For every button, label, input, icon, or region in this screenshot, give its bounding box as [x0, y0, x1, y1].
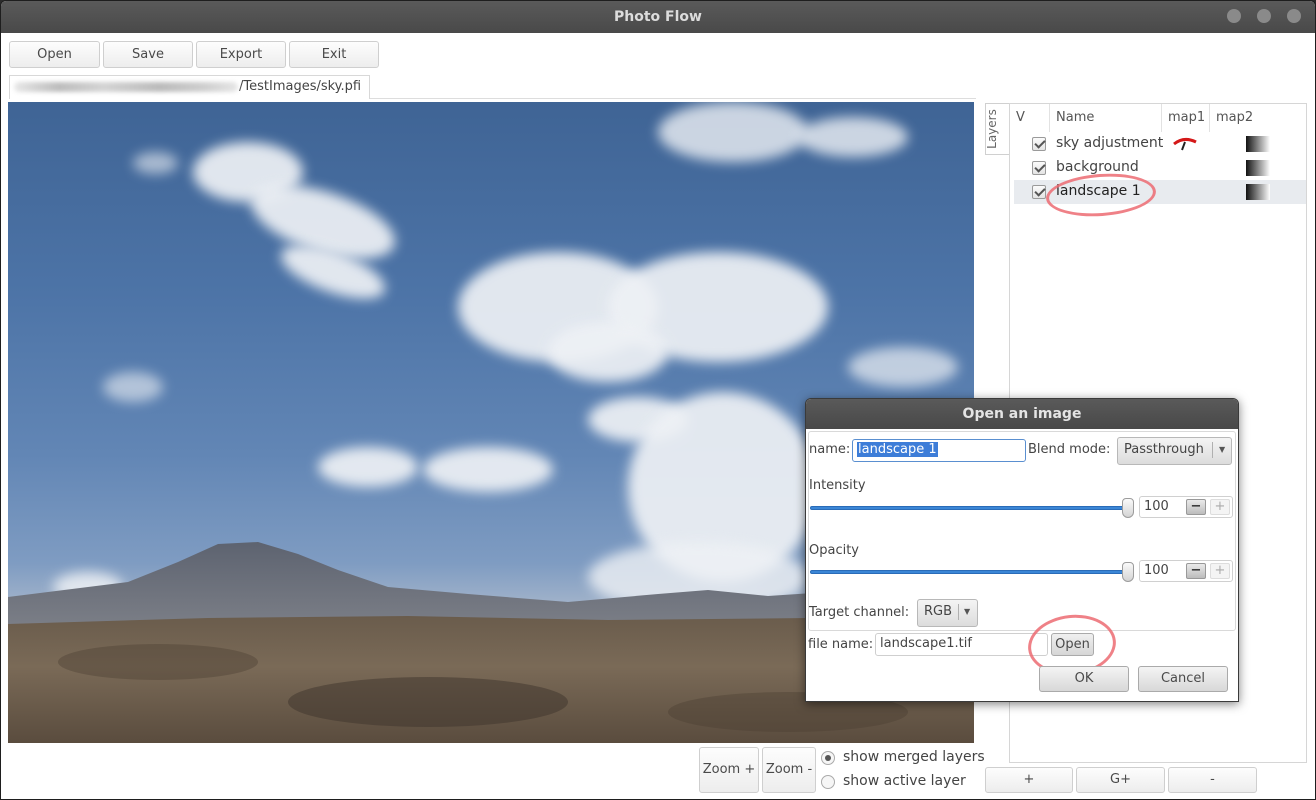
column-map1[interactable]: map1 [1162, 104, 1210, 132]
visibility-checkbox[interactable] [1032, 161, 1046, 175]
cloud [548, 322, 668, 382]
intensity-label: Intensity [809, 478, 866, 493]
cloud [798, 117, 908, 157]
ok-button[interactable]: OK [1039, 666, 1129, 692]
open-button[interactable]: Open [9, 41, 100, 68]
layer-row[interactable]: sky adjustment [1014, 132, 1306, 156]
show-active-radio[interactable] [821, 775, 835, 789]
decrement-button[interactable]: − [1186, 499, 1206, 515]
gradient-icon [1246, 136, 1270, 152]
show-merged-radio[interactable] [821, 751, 835, 765]
column-map2[interactable]: map2 [1210, 104, 1270, 132]
layer-row[interactable]: background [1014, 156, 1306, 180]
close-button[interactable] [1287, 9, 1301, 23]
curve-gauge-icon [1173, 137, 1197, 151]
minimize-button[interactable] [1227, 9, 1241, 23]
file-name-field[interactable]: landscape1.tif [875, 633, 1048, 656]
opacity-slider[interactable] [810, 570, 1128, 574]
layer-name: sky adjustment [1056, 135, 1164, 151]
document-path: /TestImages/sky.pfi [239, 79, 362, 94]
decrement-button[interactable]: − [1186, 563, 1206, 579]
dialog-title: Open an image [806, 399, 1238, 429]
save-button[interactable]: Save [103, 41, 193, 68]
visibility-checkbox[interactable] [1032, 137, 1046, 151]
file-name-label: file name: [808, 637, 874, 652]
add-group-button[interactable]: G+ [1076, 767, 1165, 793]
gradient-icon [1246, 184, 1270, 200]
exit-button[interactable]: Exit [289, 41, 379, 68]
main-window: Photo Flow Open Save Export Exit /TestIm… [0, 0, 1316, 800]
target-channel-select[interactable]: RGB ▼ [917, 599, 978, 627]
layer-name: background [1056, 159, 1139, 175]
document-tab[interactable]: /TestImages/sky.pfi [9, 75, 370, 99]
redacted-path [14, 81, 238, 92]
visibility-checkbox[interactable] [1032, 185, 1046, 199]
column-visible[interactable]: V [1010, 104, 1050, 132]
column-name[interactable]: Name [1050, 104, 1162, 132]
increment-button[interactable]: + [1210, 499, 1230, 515]
cloud [318, 447, 418, 487]
chevron-down-icon: ▼ [964, 607, 971, 616]
tab-divider [370, 98, 976, 99]
intensity-spinner[interactable]: 100 − + [1139, 496, 1233, 518]
target-channel-label: Target channel: [809, 605, 910, 620]
cloud [423, 447, 553, 492]
maximize-button[interactable] [1257, 9, 1271, 23]
chevron-down-icon: ▼ [1219, 445, 1226, 454]
window-title: Photo Flow [614, 9, 702, 25]
export-button[interactable]: Export [196, 41, 286, 68]
intensity-slider[interactable] [810, 506, 1128, 510]
opacity-spinner[interactable]: 100 − + [1139, 560, 1233, 582]
opacity-slider-handle[interactable] [1122, 562, 1134, 582]
cloud [658, 102, 808, 162]
intensity-slider-handle[interactable] [1122, 498, 1134, 518]
show-merged-label: show merged layers [843, 749, 985, 765]
cloud [103, 372, 163, 402]
cancel-button[interactable]: Cancel [1138, 666, 1228, 692]
add-layer-button[interactable]: + [985, 767, 1073, 793]
layers-tab[interactable]: Layers [985, 103, 1009, 155]
blend-mode-label: Blend mode: [1028, 442, 1111, 457]
title-bar: Photo Flow [1, 1, 1315, 33]
name-field[interactable]: landscape 1 [852, 439, 1026, 462]
zoom-in-button[interactable]: Zoom + [699, 747, 759, 793]
zoom-out-button[interactable]: Zoom - [762, 747, 816, 793]
show-active-label: show active layer [843, 773, 966, 789]
opacity-label: Opacity [809, 543, 860, 558]
open-image-dialog: Open an image name: landscape 1 Blend mo… [805, 398, 1239, 702]
cloud [848, 347, 958, 387]
blend-mode-select[interactable]: Passthrough ▼ [1117, 437, 1232, 465]
increment-button[interactable]: + [1210, 563, 1230, 579]
gradient-icon [1246, 160, 1270, 176]
name-label: name: [809, 442, 851, 457]
remove-layer-button[interactable]: - [1168, 767, 1257, 793]
cloud [133, 152, 178, 174]
